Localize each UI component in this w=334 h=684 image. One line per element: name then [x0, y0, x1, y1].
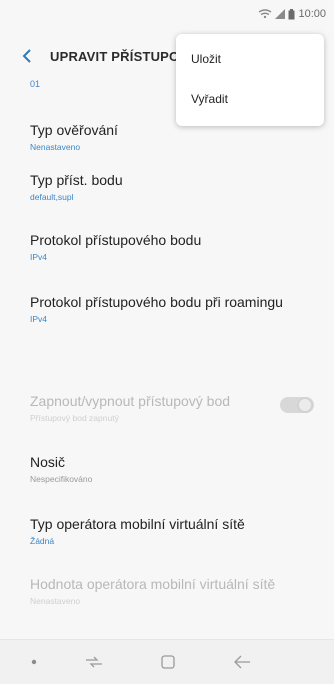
setting-mvno-type[interactable]: Typ operátora mobilní virtuální sítě Žád…	[30, 515, 334, 546]
overflow-menu: Uložit Vyřadit	[176, 34, 324, 126]
page-title: UPRAVIT PŘÍSTUPO	[50, 48, 180, 64]
status-time: 10:00	[298, 8, 326, 20]
setting-label: Nosič	[30, 454, 66, 470]
setting-value: IPv4	[30, 314, 48, 324]
signal-icon	[275, 9, 286, 19]
setting-apn-protocol[interactable]: Protokol přístupového bodu IPv4	[30, 231, 334, 262]
setting-apn-roaming-protocol[interactable]: Protokol přístupového bodu při roamingu …	[30, 293, 334, 324]
setting-label: Protokol přístupového bodu při roamingu	[30, 294, 283, 310]
previous-item-value: 01	[30, 79, 41, 89]
setting-label: Typ příst. bodu	[30, 172, 123, 188]
setting-value: Přístupový bod zapnutý	[30, 413, 119, 423]
setting-value: Žádná	[30, 536, 55, 546]
battery-icon	[288, 8, 295, 20]
toggle-knob	[297, 397, 313, 413]
setting-label: Hodnota operátora mobilní virtuální sítě	[30, 576, 276, 592]
setting-label: Protokol přístupového bodu	[30, 232, 202, 248]
apn-enable-toggle	[280, 397, 314, 413]
recent-apps-icon	[86, 656, 102, 668]
home-icon	[161, 655, 175, 669]
back-nav-button[interactable]	[222, 640, 262, 684]
recent-apps-button[interactable]	[74, 640, 114, 684]
setting-value: Nenastaveno	[30, 596, 81, 606]
back-button[interactable]	[14, 43, 40, 69]
back-arrow-icon	[234, 655, 250, 669]
chevron-left-icon	[22, 49, 31, 63]
setting-apn-type[interactable]: Typ příst. bodu default,supl	[30, 171, 334, 202]
wifi-icon	[258, 9, 272, 19]
navigation-bar	[0, 639, 334, 684]
setting-value: default,supl	[30, 192, 74, 202]
menu-item-save[interactable]: Uložit	[191, 52, 221, 66]
home-button[interactable]	[148, 640, 188, 684]
setting-mvno-value: Hodnota operátora mobilní virtuální sítě…	[30, 575, 334, 606]
setting-bearer[interactable]: Nosič Nespecifikováno	[30, 453, 334, 484]
setting-value: Nenastaveno	[30, 142, 81, 152]
dot-icon	[14, 640, 54, 684]
status-bar: 10:00	[0, 0, 334, 28]
menu-item-discard[interactable]: Vyřadit	[191, 92, 228, 106]
setting-value: IPv4	[30, 252, 48, 262]
setting-value: Nespecifikováno	[30, 474, 93, 484]
setting-label: Typ operátora mobilní virtuální sítě	[30, 516, 245, 532]
